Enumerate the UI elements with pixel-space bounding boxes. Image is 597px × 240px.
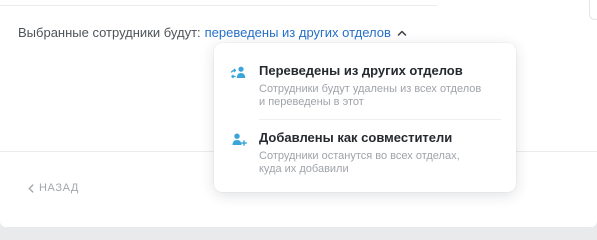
option-divider: [259, 119, 501, 120]
panel-corner: [589, 0, 597, 20]
option-transferred[interactable]: Переведены из других отделов Сотрудники …: [214, 63, 516, 109]
option-part-time-description-line: куда их добавили: [259, 163, 349, 175]
selection-dropdown-toggle[interactable]: переведены из других отделов: [205, 25, 391, 40]
option-transferred-description-line: Сотрудники будут удалены из всех отделов: [259, 83, 482, 95]
option-part-time[interactable]: Добавлены как совместители Сотрудники ос…: [214, 130, 516, 176]
top-divider: [0, 5, 437, 6]
option-part-time-description: Сотрудники останутся во всех отделах, ку…: [259, 150, 509, 176]
options-dropdown: Переведены из других отделов Сотрудники …: [214, 43, 516, 192]
selection-prefix: Выбранные сотрудники будут:: [18, 25, 201, 40]
option-part-time-description-line: Сотрудники останутся во всех отделах,: [259, 150, 460, 162]
transfer-user-icon: [230, 65, 248, 81]
selection-row: Выбранные сотрудники будут: переведены и…: [18, 25, 407, 40]
option-transferred-description-line: и переведены в этот: [259, 96, 364, 108]
option-part-time-title: Добавлены как совместители: [259, 130, 453, 145]
chevron-up-icon[interactable]: [397, 29, 407, 37]
add-user-icon: [230, 132, 248, 148]
chevron-left-icon: [28, 183, 34, 193]
option-transferred-description: Сотрудники будут удалены из всех отделов…: [259, 83, 509, 109]
back-button[interactable]: НАЗАД: [28, 182, 79, 194]
back-button-label: НАЗАД: [39, 182, 79, 194]
option-transferred-title: Переведены из других отделов: [259, 63, 463, 78]
